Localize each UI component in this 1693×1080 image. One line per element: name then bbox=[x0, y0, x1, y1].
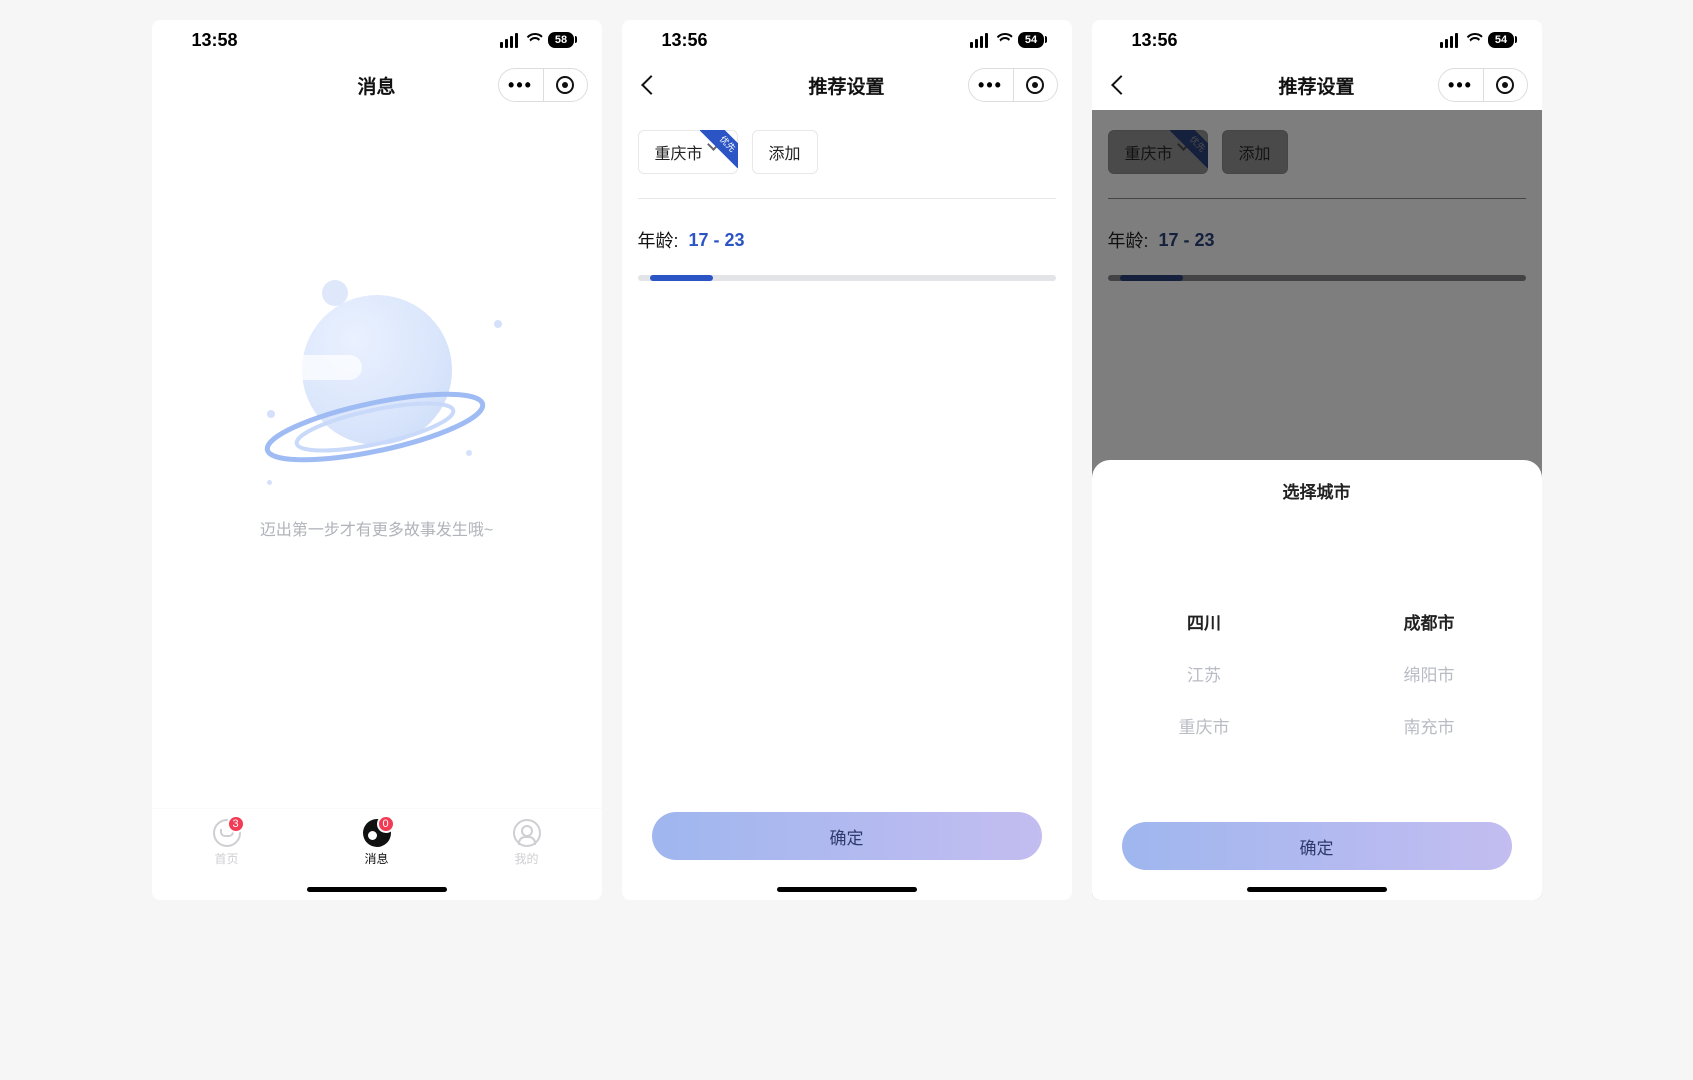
priority-ribbon: 优先 bbox=[700, 130, 738, 168]
settings-panel: 重庆市 优先 添加 年龄: 17 - 23 bbox=[622, 110, 1072, 281]
battery-icon: 54 bbox=[1018, 32, 1044, 48]
battery-icon: 58 bbox=[548, 32, 574, 48]
capsule-more-button[interactable]: ••• bbox=[1439, 69, 1483, 101]
status-time: 13:58 bbox=[192, 30, 238, 51]
status-bar: 13:58 58 bbox=[152, 20, 602, 60]
add-city-chip[interactable]: 添加 bbox=[752, 130, 818, 174]
nav-bar: 消息 ••• bbox=[152, 60, 602, 110]
status-bar: 13:56 54 bbox=[1092, 20, 1542, 60]
wifi-icon bbox=[524, 33, 542, 47]
picker-item[interactable]: 重庆市 bbox=[1179, 700, 1230, 750]
phone-messages-empty: 13:58 58 消息 ••• bbox=[152, 20, 602, 900]
page-title: 推荐设置 bbox=[808, 72, 884, 99]
page-title: 推荐设置 bbox=[1278, 72, 1354, 99]
picker-columns: 四川 江苏 重庆市 成都市 绵阳市 南充市 bbox=[1092, 521, 1542, 814]
home-badge: 3 bbox=[227, 815, 245, 833]
miniapp-capsule: ••• bbox=[498, 68, 588, 102]
tab-label: 首页 bbox=[214, 850, 238, 867]
capsule-close-button[interactable] bbox=[1013, 69, 1057, 101]
phone-settings: 13:56 54 推荐设置 ••• 重庆市 优先 添加 bbox=[622, 20, 1072, 900]
planet-illustration bbox=[247, 280, 507, 510]
back-button[interactable] bbox=[642, 74, 656, 96]
status-time: 13:56 bbox=[662, 30, 708, 51]
status-right: 54 bbox=[970, 32, 1044, 48]
capsule-more-button[interactable]: ••• bbox=[499, 69, 543, 101]
picker-city-column[interactable]: 成都市 绵阳市 南充市 bbox=[1317, 596, 1542, 814]
picker-item[interactable]: 南充市 bbox=[1404, 700, 1455, 750]
me-icon bbox=[513, 819, 541, 847]
city-chip[interactable]: 重庆市 优先 bbox=[638, 130, 738, 174]
status-bar: 13:56 54 bbox=[622, 20, 1072, 60]
capsule-close-button[interactable] bbox=[543, 69, 587, 101]
picker-title: 选择城市 bbox=[1092, 460, 1542, 521]
picker-item[interactable]: 绵阳市 bbox=[1404, 648, 1455, 698]
city-chip-row: 重庆市 优先 添加 bbox=[638, 130, 1056, 199]
age-label: 年龄: bbox=[638, 227, 679, 253]
confirm-label: 确定 bbox=[1300, 834, 1334, 859]
cellular-icon bbox=[500, 33, 518, 48]
nav-bar: 推荐设置 ••• bbox=[1092, 60, 1542, 110]
home-indicator[interactable] bbox=[777, 887, 917, 892]
status-time: 13:56 bbox=[1132, 30, 1178, 51]
nav-bar: 推荐设置 ••• bbox=[622, 60, 1072, 110]
age-slider-track bbox=[650, 275, 713, 281]
miniapp-capsule: ••• bbox=[1438, 68, 1528, 102]
capsule-close-button[interactable] bbox=[1483, 69, 1527, 101]
wifi-icon bbox=[1464, 33, 1482, 47]
content-body: 重庆市 优先 添加 年龄: 17 - 23 确定 bbox=[622, 110, 1072, 900]
tab-me[interactable]: 我的 bbox=[513, 819, 541, 867]
content-body: 迈出第一步才有更多故事发生哦~ bbox=[152, 110, 602, 808]
age-row: 年龄: 17 - 23 bbox=[638, 227, 1056, 253]
miniapp-capsule: ••• bbox=[968, 68, 1058, 102]
picker-item[interactable]: 江苏 bbox=[1187, 648, 1221, 698]
tab-messages[interactable]: 消息 0 bbox=[363, 819, 391, 867]
tab-label: 我的 bbox=[514, 850, 538, 867]
tab-label: 消息 bbox=[364, 850, 388, 867]
cellular-icon bbox=[970, 33, 988, 48]
tab-home[interactable]: 首页 3 bbox=[213, 819, 241, 867]
content-body: 重庆市 优先 添加 年龄: 17 - 23 选择城市 四川 江苏 重庆市 bbox=[1092, 110, 1542, 900]
status-right: 54 bbox=[1440, 32, 1514, 48]
picker-province-column[interactable]: 四川 江苏 重庆市 bbox=[1092, 596, 1317, 814]
status-right: 58 bbox=[500, 32, 574, 48]
city-chip-label: 重庆市 bbox=[655, 140, 703, 164]
confirm-label: 确定 bbox=[830, 824, 864, 849]
home-indicator[interactable] bbox=[307, 887, 447, 892]
wifi-icon bbox=[994, 33, 1012, 47]
messages-badge: 0 bbox=[377, 815, 395, 833]
capsule-more-button[interactable]: ••• bbox=[969, 69, 1013, 101]
picker-item[interactable]: 四川 bbox=[1187, 596, 1221, 646]
page-title: 消息 bbox=[357, 72, 395, 99]
age-slider[interactable] bbox=[638, 275, 1056, 281]
confirm-button[interactable]: 确定 bbox=[652, 812, 1042, 860]
home-indicator[interactable] bbox=[1247, 887, 1387, 892]
cellular-icon bbox=[1440, 33, 1458, 48]
picker-item[interactable]: 成都市 bbox=[1404, 596, 1455, 646]
add-chip-label: 添加 bbox=[769, 140, 801, 164]
city-picker-sheet: 选择城市 四川 江苏 重庆市 成都市 绵阳市 南充市 确定 bbox=[1092, 460, 1542, 900]
back-button[interactable] bbox=[1112, 74, 1126, 96]
empty-state: 迈出第一步才有更多故事发生哦~ bbox=[152, 110, 602, 540]
picker-confirm-button[interactable]: 确定 bbox=[1122, 822, 1512, 870]
age-value: 17 - 23 bbox=[689, 230, 745, 251]
phone-settings-picker: 13:56 54 推荐设置 ••• 重庆市 优先 添加 年龄: 17 - bbox=[1092, 20, 1542, 900]
battery-icon: 54 bbox=[1488, 32, 1514, 48]
empty-state-text: 迈出第一步才有更多故事发生哦~ bbox=[260, 516, 493, 540]
